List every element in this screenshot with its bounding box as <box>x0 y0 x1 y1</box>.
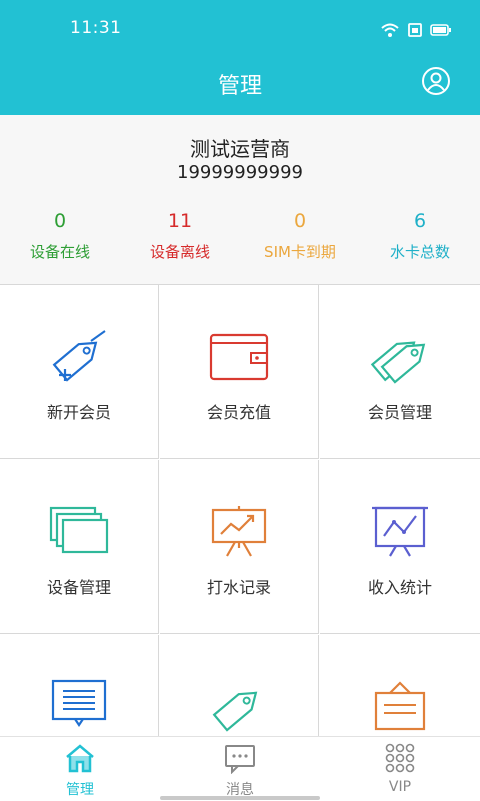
stat-value: 11 <box>167 210 193 232</box>
page-title: 管理 <box>217 74 262 99</box>
message-icon <box>225 745 255 774</box>
wallet-icon <box>209 333 269 381</box>
stat-label: 水卡总数 <box>389 243 450 261</box>
grid-item-water-records[interactable]: 打水记录 <box>160 460 319 634</box>
stat-value: 0 <box>293 210 307 232</box>
stat-water-cards[interactable]: 6 水卡总数 <box>360 210 480 262</box>
new-member-tag-icon <box>52 330 106 382</box>
stat-label: 设备离线 <box>149 243 210 261</box>
status-icons <box>380 20 452 40</box>
grid-item-label: 收入统计 <box>367 578 432 597</box>
operator-phone: 19999999999 <box>177 162 303 183</box>
tab-messages[interactable]: 消息 <box>160 737 320 801</box>
stacked-devices-icon <box>49 506 109 554</box>
stat-label: 设备在线 <box>29 243 90 261</box>
grid-dots-icon <box>385 743 415 773</box>
grid-item-member-recharge[interactable]: 会员充值 <box>160 285 319 459</box>
tab-management[interactable]: 管理 <box>0 737 160 801</box>
grid-item-income-stats[interactable]: 收入统计 <box>320 460 480 634</box>
grid-item-label: 会员管理 <box>367 403 432 422</box>
bottom-tab-bar: 管理 消息 VIP <box>0 736 480 801</box>
home-icon <box>66 744 94 773</box>
member-tags-icon <box>370 341 426 384</box>
stat-devices-online[interactable]: 0 设备在线 <box>0 210 120 262</box>
function-grid: 新开会员 会员充值 会员管理 设备管理 打水记录 收入统计 <box>0 284 480 737</box>
tab-label: 管理 <box>66 782 94 798</box>
line-chart-board-icon <box>372 506 428 557</box>
app-header: 11:31 管理 <box>0 0 480 115</box>
tab-vip[interactable]: VIP <box>320 737 480 801</box>
stat-value: 0 <box>53 210 67 232</box>
stat-devices-offline[interactable]: 11 设备离线 <box>120 210 240 262</box>
grid-item-sign[interactable] <box>320 635 480 737</box>
sim-icon <box>408 23 422 37</box>
battery-icon <box>430 24 451 36</box>
wifi-icon <box>381 23 399 37</box>
user-profile-icon[interactable] <box>421 66 451 96</box>
grid-item-member-management[interactable]: 会员管理 <box>320 285 480 459</box>
chart-easel-icon <box>211 506 267 557</box>
hanging-sign-icon <box>374 681 426 731</box>
tag-icon <box>212 691 258 732</box>
operator-name: 测试运营商 <box>190 137 290 161</box>
stat-label: SIM卡到期 <box>264 243 336 261</box>
grid-item-label: 设备管理 <box>46 578 111 597</box>
grid-item-tag[interactable] <box>160 635 319 737</box>
grid-item-label: 新开会员 <box>46 403 111 422</box>
home-indicator[interactable] <box>160 796 320 800</box>
stat-value: 6 <box>413 210 427 232</box>
tab-label: VIP <box>388 779 412 795</box>
grid-item-document[interactable] <box>0 635 159 737</box>
grid-item-label: 打水记录 <box>206 578 271 597</box>
document-list-icon <box>51 679 107 727</box>
grid-item-device-management[interactable]: 设备管理 <box>0 460 159 634</box>
status-time: 11:31 <box>70 18 122 38</box>
stat-sim-expiry[interactable]: 0 SIM卡到期 <box>240 210 360 262</box>
grid-item-label: 会员充值 <box>206 403 271 422</box>
grid-item-new-member[interactable]: 新开会员 <box>0 285 159 459</box>
